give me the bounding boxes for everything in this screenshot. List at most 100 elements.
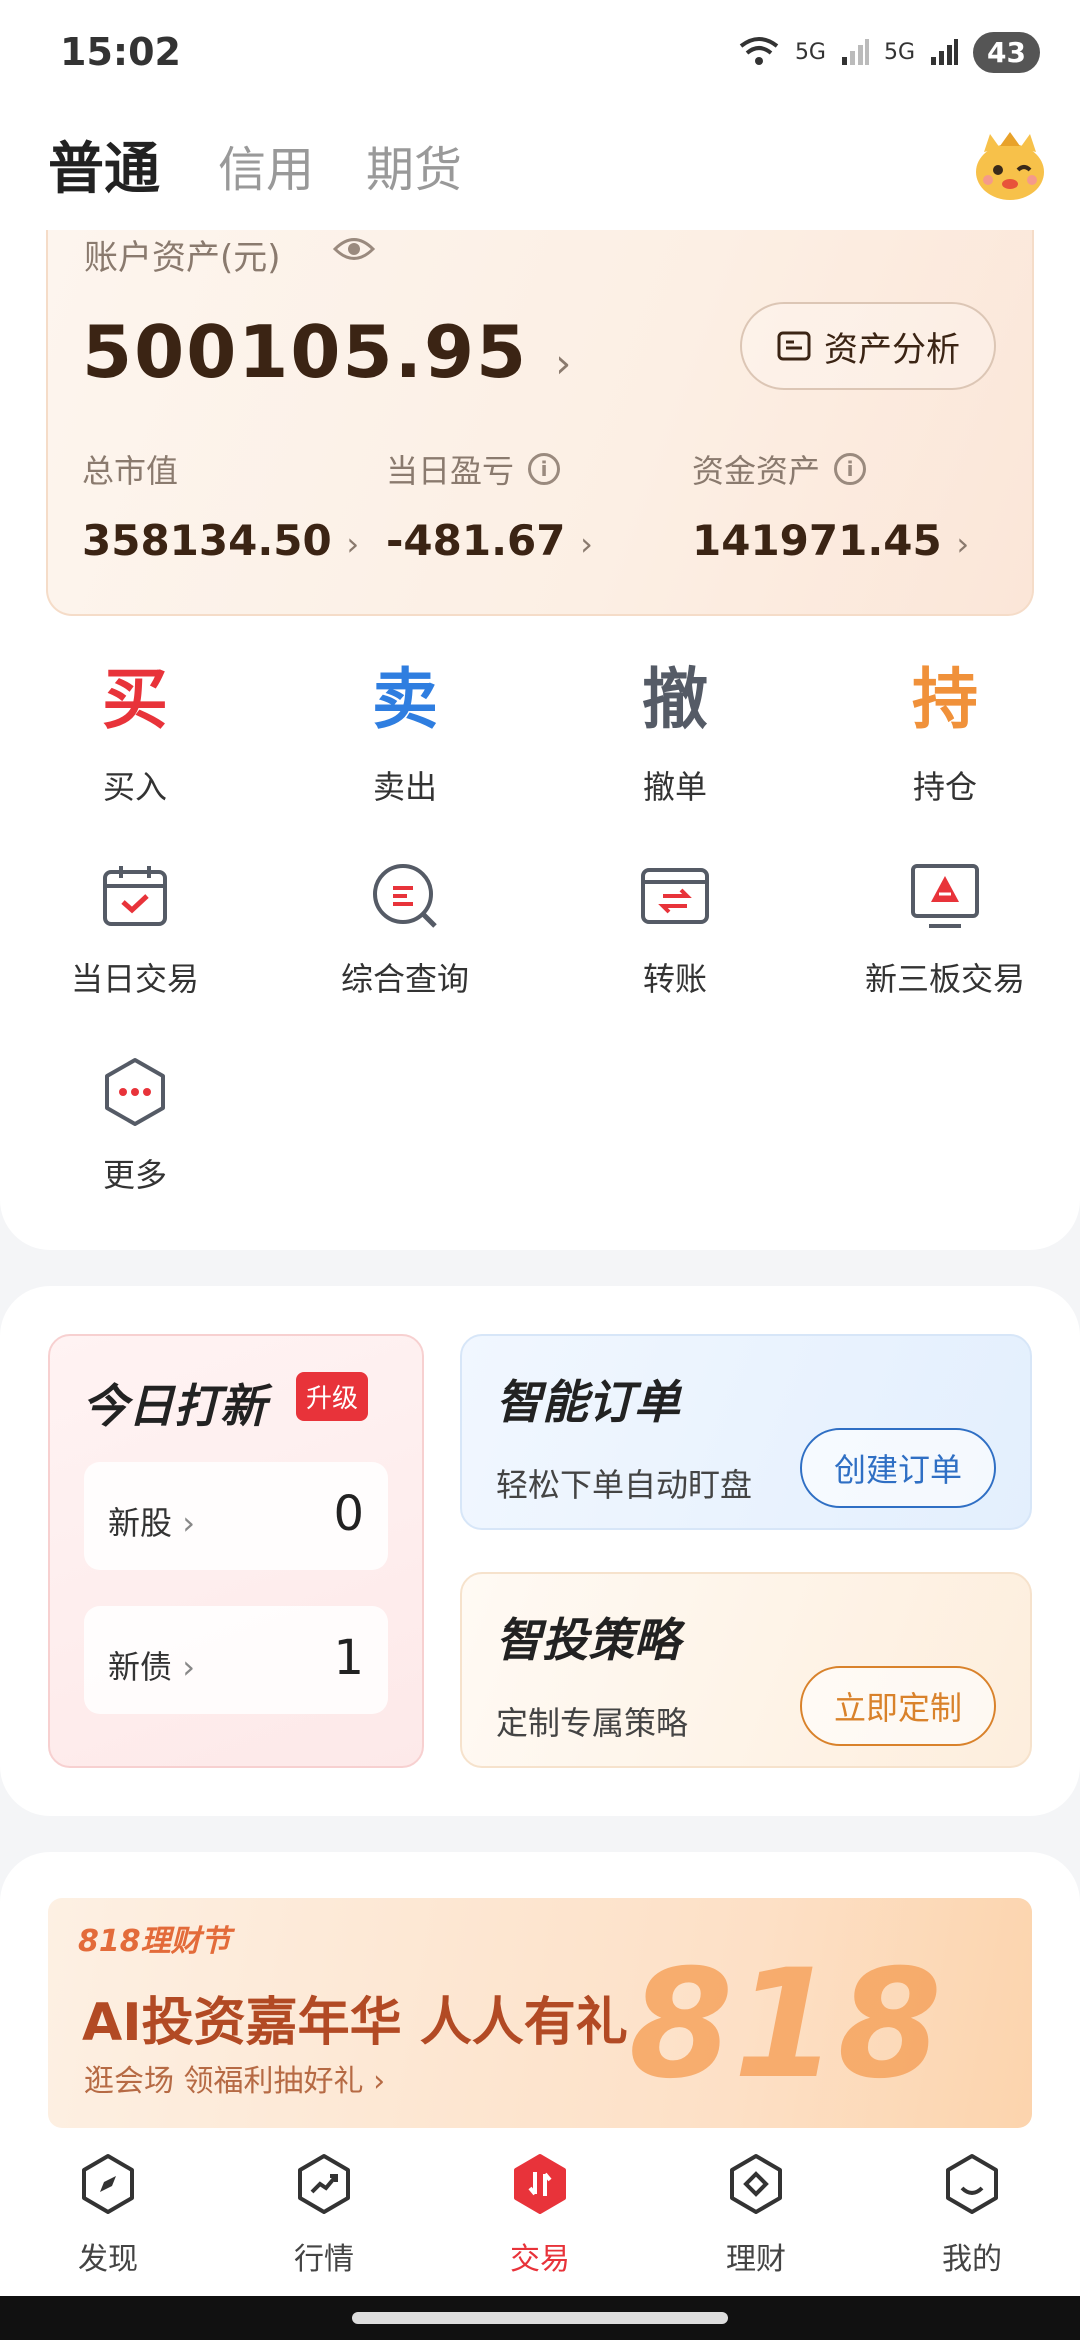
daily-pnl-label: 当日盈亏 (386, 452, 515, 490)
nav-profile-label: 我的 (942, 2242, 1002, 2277)
buy-label: 买入 (102, 768, 167, 806)
nav-wealth-label: 理财 (726, 2242, 786, 2277)
daily-trades-label: 当日交易 (70, 960, 199, 998)
profile-icon (946, 2154, 998, 2214)
assets-label: 账户资产(元) (84, 238, 281, 278)
smart-order-subtitle: 轻松下单自动盯盘 (496, 1466, 753, 1504)
new-stock-row[interactable]: 新股 › 0 (84, 1462, 388, 1570)
new-bond-count: 1 (333, 1630, 364, 1686)
market-value-label: 总市值 (82, 452, 179, 490)
account-type-header: 普通 信用 期货 (0, 100, 1080, 230)
compass-icon (82, 2154, 134, 2214)
nav-market-label: 行情 (294, 2242, 354, 2277)
new-bond-row[interactable]: 新债 › 1 (84, 1606, 388, 1714)
positions-label: 持仓 (912, 768, 977, 806)
info-icon[interactable]: i (528, 453, 561, 485)
signal-icon (841, 39, 869, 65)
sell-label: 卖出 (372, 768, 437, 806)
nav-wealth[interactable]: 理财 (676, 2152, 836, 2278)
signal-5g-label: 5G (794, 39, 826, 65)
total-assets-value[interactable]: 500105.95 › (82, 310, 573, 394)
nav-discover[interactable]: 发现 (28, 2152, 188, 2278)
more-label: 更多 (102, 1156, 167, 1194)
smart-order-title: 智能订单 (496, 1375, 680, 1429)
signal-5g-label-2: 5G (883, 39, 916, 65)
calendar-check-icon (103, 866, 167, 926)
daily-pnl-value: -481.67 (386, 516, 566, 565)
more-button[interactable]: 更多 (25, 1056, 245, 1196)
eye-icon[interactable] (332, 232, 376, 266)
neeq-trade-label: 新三板交易 (864, 960, 1025, 998)
features-panel: 今日打新 升级 新股 › 0 新债 › 1 智能订单 轻松下单自动盯盘 创建订单… (0, 1286, 1080, 1816)
general-query-label: 综合查询 (340, 960, 469, 998)
more-dots-icon (105, 1058, 165, 1126)
chevron-right-icon: › (373, 2064, 386, 2099)
chevron-right-icon: › (555, 341, 574, 387)
promo-panel: 818理财节 AI投资嘉年华 人人有礼 逛会场 领福利抽好礼 › 818 (0, 1852, 1080, 2152)
analysis-icon (777, 331, 811, 361)
transfer-icon (641, 868, 709, 924)
banner-818-graphic: 818 (628, 1938, 942, 2112)
chevron-right-icon: › (346, 525, 360, 563)
search-query-icon (373, 864, 437, 928)
cancel-order-button[interactable]: 撤 撤单 (575, 660, 775, 808)
market-value-block[interactable]: 总市值 358134.50 › (82, 446, 382, 565)
total-assets-number: 500105.95 (82, 310, 529, 394)
smart-order-card[interactable]: 智能订单 轻松下单自动盯盘 创建订单 (460, 1334, 1032, 1530)
promo-banner[interactable]: 818理财节 AI投资嘉年华 人人有礼 逛会场 领福利抽好礼 › 818 (48, 1898, 1032, 2128)
neeq-trade-button[interactable]: 新三板交易 (835, 860, 1055, 1000)
cancel-label: 撤单 (642, 768, 707, 806)
positions-glyph: 持 (912, 661, 978, 738)
signal-icon-2 (931, 39, 959, 65)
home-indicator[interactable] (352, 2312, 728, 2324)
transfer-button[interactable]: 转账 (565, 860, 785, 1000)
ipo-today-card[interactable]: 今日打新 升级 新股 › 0 新债 › 1 (48, 1334, 424, 1768)
banner-tag: 818理财节 (78, 1924, 231, 1959)
nav-market[interactable]: 行情 (244, 2152, 404, 2278)
chevron-right-icon: › (182, 1648, 195, 1686)
market-value: 358134.50 (82, 516, 332, 565)
chevron-right-icon: › (956, 525, 970, 563)
positions-button[interactable]: 持 持仓 (845, 660, 1045, 808)
system-home-bar (0, 2296, 1080, 2340)
banner-sub-text: 逛会场 领福利抽好礼 (84, 2064, 364, 2099)
cancel-glyph: 撤 (642, 661, 708, 738)
battery-indicator: 43 (973, 31, 1040, 73)
buy-button[interactable]: 买 买入 (35, 660, 235, 808)
sell-button[interactable]: 卖 卖出 (305, 660, 505, 808)
create-order-button[interactable]: 创建订单 (800, 1428, 996, 1508)
cash-assets-label: 资金资产 (692, 452, 821, 490)
tab-futures[interactable]: 期货 (366, 130, 462, 200)
smart-strategy-card[interactable]: 智投策略 定制专属策略 立即定制 (460, 1572, 1032, 1768)
nav-profile[interactable]: 我的 (892, 2152, 1052, 2278)
status-time: 15:02 (60, 30, 181, 74)
asset-analysis-button[interactable]: 资产分析 (740, 302, 996, 390)
tab-credit[interactable]: 信用 (218, 130, 314, 200)
cash-assets-block[interactable]: 资金资产 i 141971.45 › (692, 446, 992, 565)
chevron-right-icon: › (580, 525, 593, 563)
strategy-subtitle: 定制专属策略 (496, 1704, 689, 1742)
trade-panel: 账户资产(元) 500105.95 › 资产分析 总市值 358134.50 ›… (0, 220, 1080, 1250)
daily-trades-button[interactable]: 当日交易 (25, 860, 245, 1000)
strategy-title: 智投策略 (496, 1613, 680, 1667)
mascot-avatar-icon[interactable] (970, 126, 1050, 206)
trade-icon (514, 2154, 566, 2214)
banner-subline: 逛会场 领福利抽好礼 › (84, 2056, 385, 2100)
daily-pnl-block[interactable]: 当日盈亏 i -481.67 › (386, 446, 686, 565)
banner-headline: AI投资嘉年华 人人有礼 (82, 1993, 628, 2053)
chevron-right-icon: › (182, 1504, 195, 1542)
trend-icon (298, 2154, 350, 2214)
bottom-nav: 发现 行情 交易 理财 我的 (0, 2132, 1080, 2296)
customize-now-button[interactable]: 立即定制 (800, 1666, 996, 1746)
nav-discover-label: 发现 (78, 2242, 138, 2277)
buy-glyph: 买 (102, 661, 168, 738)
cash-assets-value: 141971.45 (692, 516, 942, 565)
nav-trade-label: 交易 (510, 2242, 570, 2277)
board-trade-icon (911, 864, 979, 928)
general-query-button[interactable]: 综合查询 (295, 860, 515, 1000)
new-bond-label: 新债 (108, 1648, 173, 1686)
upgrade-badge: 升级 (296, 1372, 369, 1421)
info-icon[interactable]: i (834, 453, 867, 485)
tab-normal[interactable]: 普通 (48, 124, 160, 205)
nav-trade[interactable]: 交易 (460, 2152, 620, 2278)
